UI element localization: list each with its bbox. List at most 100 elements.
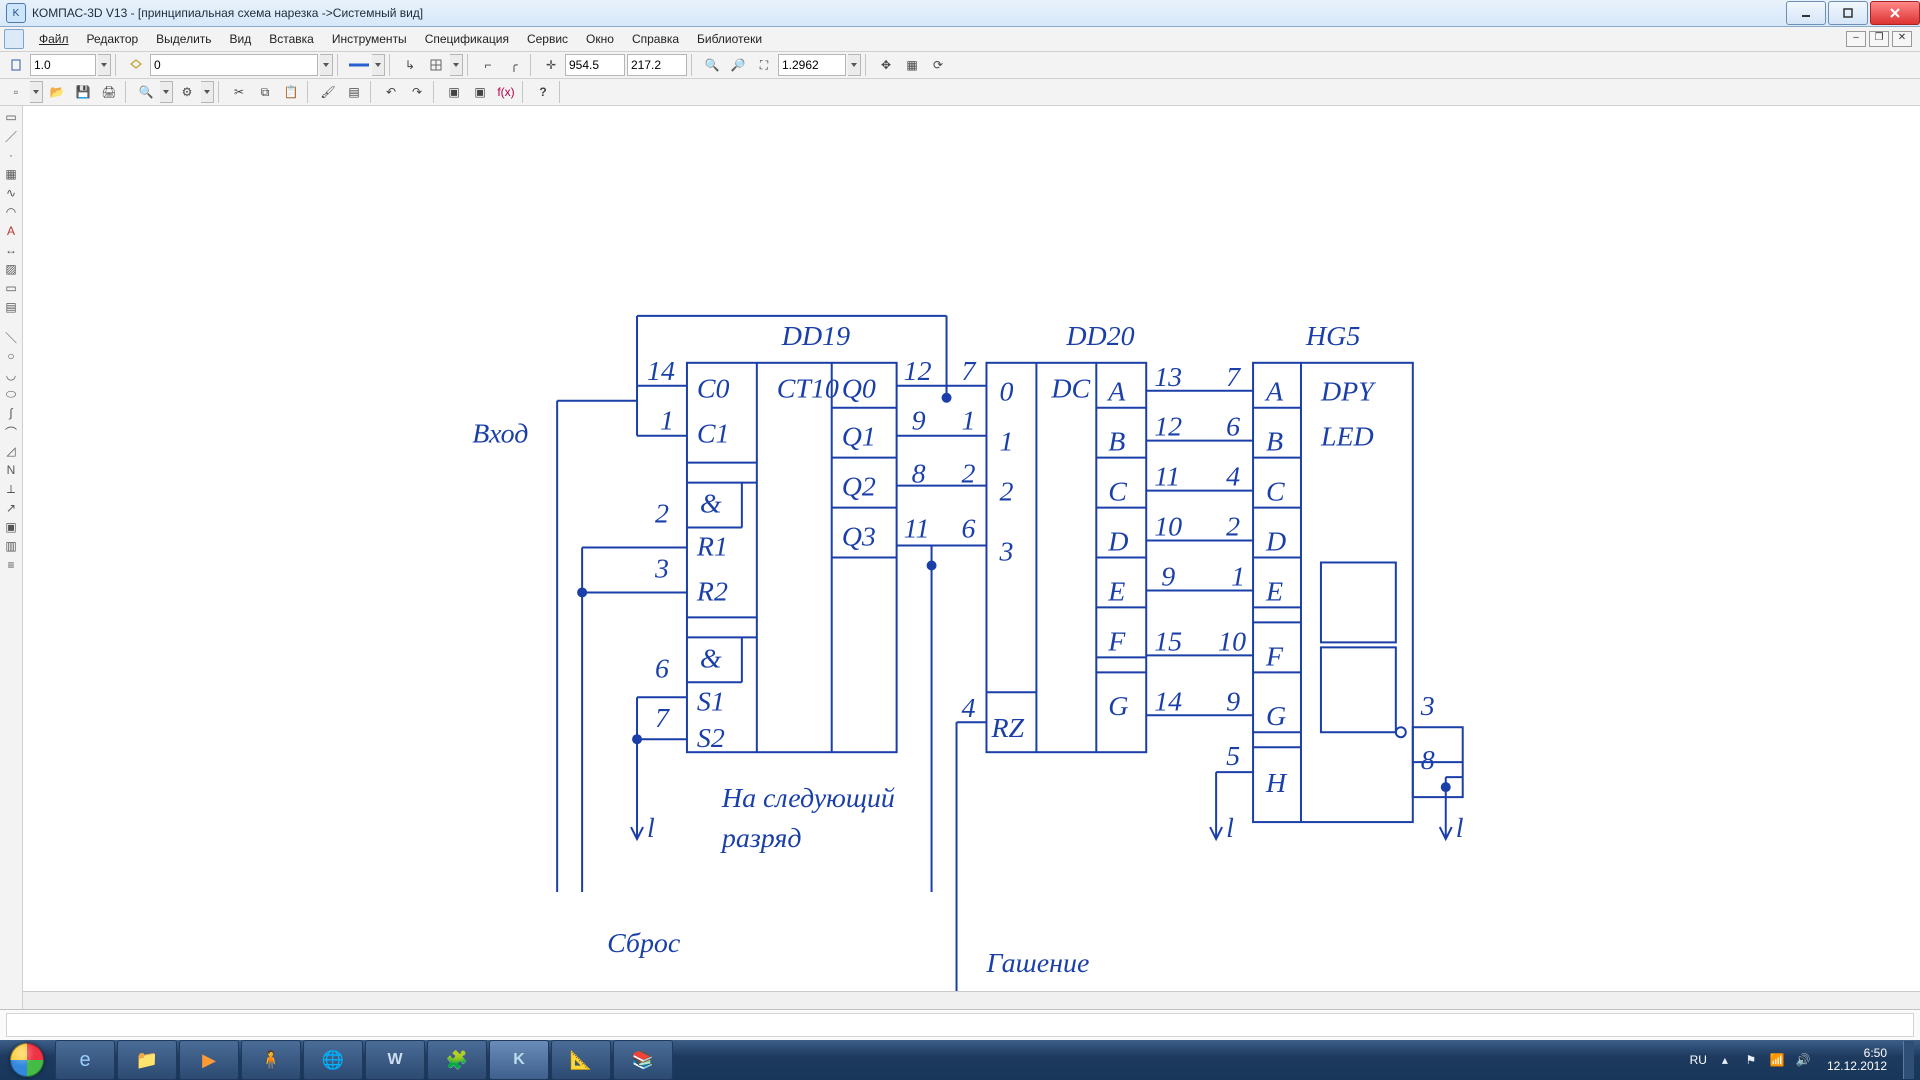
ortho-icon[interactable]: ⌐	[476, 53, 500, 77]
line-tool-icon[interactable]: ／	[1, 127, 21, 145]
menu-libs[interactable]: Библиотеки	[688, 29, 771, 49]
brush-icon[interactable]: 🖌	[316, 80, 340, 104]
point-tool-icon[interactable]: ·	[1, 146, 21, 164]
scale-input[interactable]	[30, 54, 96, 76]
dimension-tool-icon[interactable]: ↔	[1, 241, 21, 259]
zoom-input[interactable]	[778, 54, 846, 76]
zoom-fit-icon[interactable]: ⛶	[752, 53, 776, 77]
mdi-close-button[interactable]: ✕	[1892, 31, 1912, 47]
layer-icon[interactable]	[124, 53, 148, 77]
snap-angle-icon[interactable]: ↳	[398, 53, 422, 77]
properties-dropdown-icon[interactable]	[201, 81, 214, 103]
start-button[interactable]	[0, 1040, 54, 1080]
mdi-restore-button[interactable]: ❐	[1869, 31, 1889, 47]
refresh-icon[interactable]: ⟳	[926, 53, 950, 77]
new-dropdown-icon[interactable]	[30, 81, 43, 103]
task-chrome[interactable]: 🌐	[303, 1040, 363, 1080]
grid-dropdown-icon[interactable]	[450, 54, 463, 76]
circle-tool-icon[interactable]: ○	[1, 347, 21, 365]
window-close-button[interactable]	[1870, 1, 1920, 25]
tray-clock[interactable]: 6:50 12.12.2012	[1821, 1047, 1893, 1073]
mdi-minimize-button[interactable]: –	[1846, 31, 1866, 47]
task-winrar[interactable]: 📚	[613, 1040, 673, 1080]
fx-icon[interactable]: f(x)	[494, 80, 518, 104]
views-icon[interactable]: ▦	[900, 53, 924, 77]
redo-icon[interactable]: ↷	[405, 80, 429, 104]
trim-tool-icon[interactable]: ⟂	[1, 480, 21, 498]
arc-tool-icon[interactable]: ◠	[1, 203, 21, 221]
extend-tool-icon[interactable]: ↗	[1, 499, 21, 517]
copy-icon[interactable]: ⧉	[253, 80, 277, 104]
grid-tool-icon[interactable]: ▦	[1, 165, 21, 183]
task-app3[interactable]: 📐	[551, 1040, 611, 1080]
round-icon[interactable]: ╭	[502, 53, 526, 77]
coord-y-input[interactable]	[627, 54, 687, 76]
print-icon[interactable]: 🖨	[97, 80, 121, 104]
menu-file[interactable]: Файл	[30, 29, 78, 49]
tray-flag-icon[interactable]: ⚑	[1743, 1052, 1759, 1068]
ellipse-tool-icon[interactable]: ⬭	[1, 385, 21, 403]
coord-x-input[interactable]	[565, 54, 625, 76]
new-doc-icon[interactable]	[4, 53, 28, 77]
preview-icon[interactable]: 🔍	[134, 80, 158, 104]
scale-dropdown-icon[interactable]	[98, 54, 111, 76]
linestyle-icon[interactable]	[346, 53, 370, 77]
horizontal-scrollbar[interactable]	[23, 991, 1920, 1009]
tray-показать-скрытые-icon[interactable]: ▴	[1717, 1052, 1733, 1068]
menu-view[interactable]: Вид	[221, 29, 261, 49]
cut-icon[interactable]: ✂	[227, 80, 251, 104]
lib2-icon[interactable]: ▣	[468, 80, 492, 104]
grid-icon[interactable]	[424, 53, 448, 77]
zoom-in-icon[interactable]: 🔍	[700, 53, 724, 77]
spline-tool-icon[interactable]: ∿	[1, 184, 21, 202]
show-desktop-button[interactable]	[1903, 1041, 1914, 1079]
menu-service[interactable]: Сервис	[518, 29, 577, 49]
zoom-dropdown-icon[interactable]	[848, 54, 861, 76]
undo-icon[interactable]: ↶	[379, 80, 403, 104]
layer-dropdown-icon[interactable]	[320, 54, 333, 76]
window-minimize-button[interactable]	[1786, 1, 1826, 25]
properties-icon[interactable]: ⚙	[175, 80, 199, 104]
window-maximize-button[interactable]	[1828, 1, 1868, 25]
preview-dropdown-icon[interactable]	[160, 81, 173, 103]
task-kompas[interactable]: K	[489, 1040, 549, 1080]
zoom-out-icon[interactable]: 🔎	[726, 53, 750, 77]
menu-help[interactable]: Справка	[623, 29, 688, 49]
polyline-tool-icon[interactable]: Ν	[1, 461, 21, 479]
linestyle-dropdown-icon[interactable]	[372, 54, 385, 76]
menu-select[interactable]: Выделить	[147, 29, 220, 49]
tray-network-icon[interactable]: 📶	[1769, 1052, 1785, 1068]
chamfer-tool-icon[interactable]: ◿	[1, 442, 21, 460]
task-word[interactable]: W	[365, 1040, 425, 1080]
menu-edit[interactable]: Редактор	[78, 29, 148, 49]
table-tool-icon[interactable]: ▤	[1, 298, 21, 316]
menu-window[interactable]: Окно	[577, 29, 623, 49]
hatch2-tool-icon[interactable]: ▥	[1, 537, 21, 555]
task-ie[interactable]: e	[55, 1040, 115, 1080]
fillet-tool-icon[interactable]: ⌒	[1, 423, 21, 441]
save-icon[interactable]: 💾	[71, 80, 95, 104]
open-icon[interactable]: 📂	[45, 80, 69, 104]
rect-tool-icon[interactable]: ▭	[1, 279, 21, 297]
drawing-canvas[interactable]: DD19 C0 C1 &	[23, 106, 1920, 1009]
task-explorer[interactable]: 📁	[117, 1040, 177, 1080]
command-input[interactable]	[6, 1013, 1914, 1037]
tray-lang[interactable]: RU	[1690, 1053, 1707, 1067]
menu-spec[interactable]: Спецификация	[416, 29, 518, 49]
lib1-icon[interactable]: ▣	[442, 80, 466, 104]
align-tool-icon[interactable]: ≡	[1, 556, 21, 574]
task-wmp[interactable]: ▶	[179, 1040, 239, 1080]
new-icon[interactable]: ▫	[4, 80, 28, 104]
coord-target-icon[interactable]: ✛	[539, 53, 563, 77]
segment-tool-icon[interactable]: ＼	[1, 328, 21, 346]
paste-icon[interactable]: 📋	[279, 80, 303, 104]
hatch-tool-icon[interactable]: ▨	[1, 260, 21, 278]
group-tool-icon[interactable]: ▣	[1, 518, 21, 536]
select-tool-icon[interactable]: ▭	[1, 108, 21, 126]
menu-tools[interactable]: Инструменты	[323, 29, 416, 49]
tray-volume-icon[interactable]: 🔊	[1795, 1052, 1811, 1068]
menu-insert[interactable]: Вставка	[260, 29, 323, 49]
pan-icon[interactable]: ✥	[874, 53, 898, 77]
layer-input[interactable]	[150, 54, 318, 76]
help-icon[interactable]: ?	[531, 80, 555, 104]
